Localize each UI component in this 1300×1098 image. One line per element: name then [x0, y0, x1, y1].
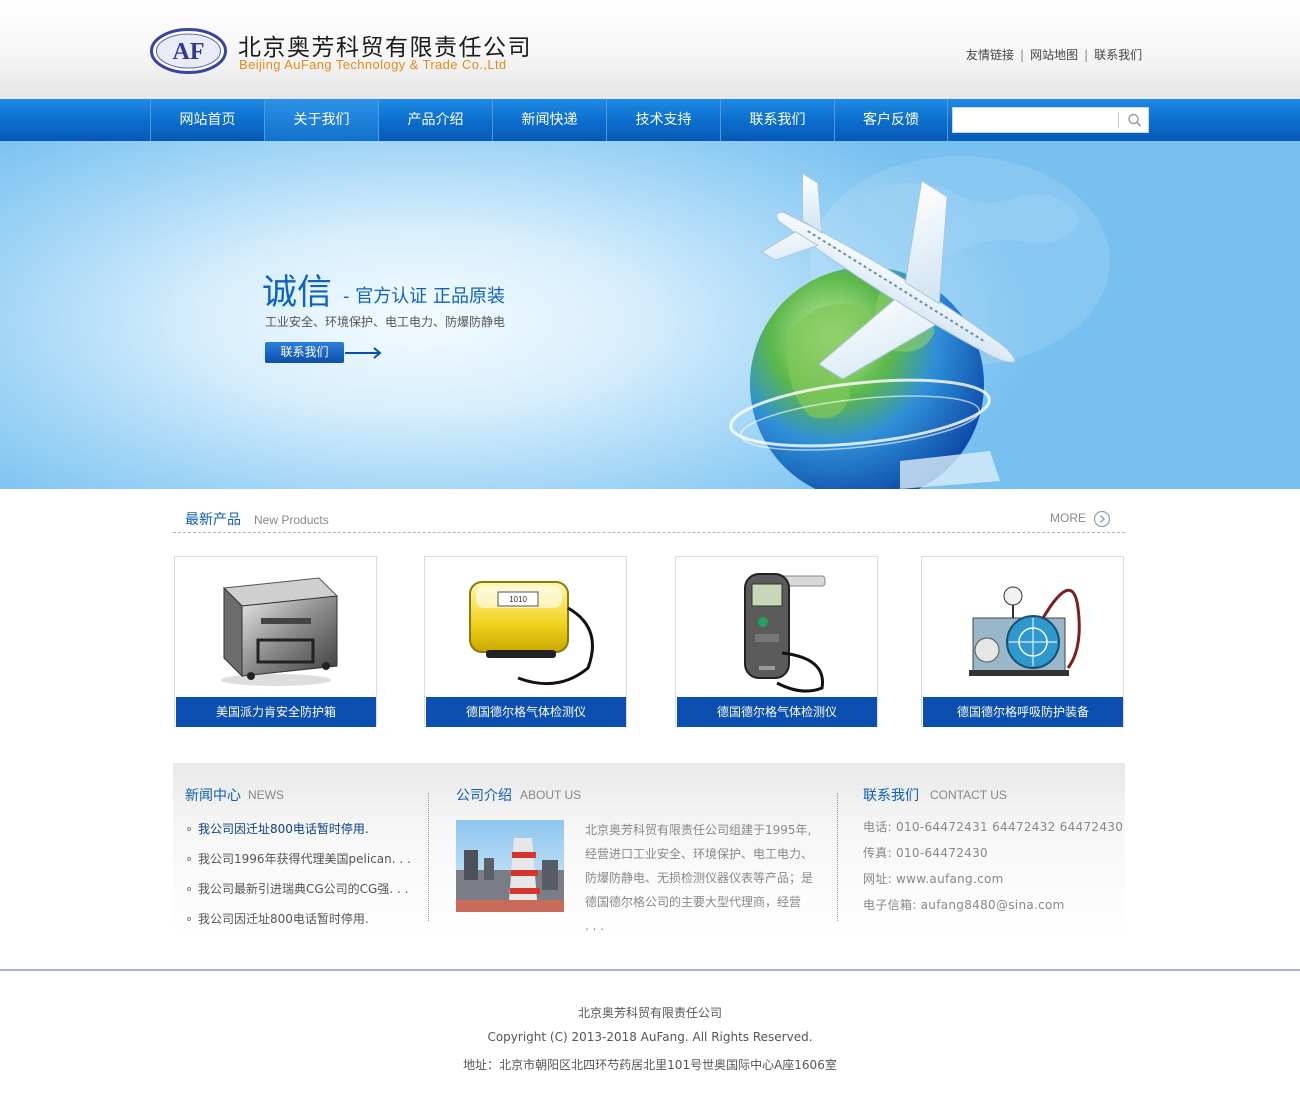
- product-name: 德国德尔格呼吸防护装备: [923, 697, 1123, 727]
- products-more-link[interactable]: MORE: [1050, 511, 1086, 525]
- news-heading: 新闻中心: [185, 788, 241, 804]
- contact-fax: 传真: 010-64472430: [863, 846, 988, 860]
- about-line: 经营进口工业安全、环境保护、电工电力、: [585, 847, 814, 861]
- column-divider: [837, 793, 838, 921]
- product-card[interactable]: 德国德尔格气体检测仪: [675, 556, 878, 727]
- top-link-contact[interactable]: 联系我们: [1094, 48, 1142, 62]
- protective-case-image: [221, 577, 339, 686]
- bullet-icon: [187, 886, 191, 891]
- separator: |: [1020, 48, 1025, 62]
- products-section-header: 最新产品 New Products MORE: [173, 505, 1125, 533]
- products-heading: 最新产品: [185, 512, 241, 528]
- banner-description: 工业安全、环境保护、电工电力、防爆防静电: [265, 315, 506, 329]
- svg-text:AF: AF: [173, 39, 205, 65]
- nav-item-about[interactable]: 关于我们: [264, 99, 378, 141]
- banner-contact-button[interactable]: 联系我们: [265, 342, 344, 363]
- about-heading-en: ABOUT US: [520, 788, 582, 802]
- search-input[interactable]: [953, 108, 1119, 132]
- about-text: 北京奥芳科贸有限责任公司组建于1995年, 经营进口工业安全、环境保护、电工电力…: [585, 818, 821, 938]
- site-header: AF 北京奥芳科贸有限责任公司 Beijing AuFang Technolog…: [0, 0, 1300, 99]
- about-line: 德国德尔格公司的主要大型代理商，经营: [585, 895, 802, 909]
- footer-address: 地址：北京市朝阳区北四环芍药居北里101号世奥国际中心A座1606室: [463, 1058, 837, 1072]
- info-section: 新闻中心 NEWS 我公司因迁址800电话暂时停用. 我公司1996年获得代理美…: [173, 763, 1125, 938]
- top-link-friend-links[interactable]: 友情链接: [966, 48, 1014, 62]
- product-card[interactable]: 1010 德国德尔格气体检测仪: [424, 556, 627, 727]
- footer-divider: [0, 969, 1300, 971]
- search-box: [952, 107, 1149, 133]
- contact-heading-en: CONTACT US: [930, 788, 1007, 802]
- banner-title: 诚信: [262, 273, 333, 313]
- gas-detector-image: [744, 573, 826, 693]
- contact-phone: 电话: 010-64472431 64472432 64472430: [863, 820, 1124, 834]
- circle-arrow-right-icon[interactable]: [1093, 510, 1111, 528]
- nav-item-products[interactable]: 产品介绍: [378, 99, 492, 141]
- column-divider: [428, 793, 429, 921]
- about-line: 北京奥芳科贸有限责任公司组建于1995年,: [585, 823, 812, 837]
- nav-item-feedback[interactable]: 客户反馈: [834, 99, 948, 141]
- product-name: 德国德尔格气体检测仪: [677, 697, 877, 727]
- contact-website[interactable]: 网址: www.aufang.com: [863, 870, 1004, 887]
- news-item[interactable]: 我公司最新引进瑞典CG公司的CG强. . .: [187, 880, 408, 897]
- breathing-compressor-image: [969, 586, 1081, 676]
- product-card[interactable]: 德国德尔格呼吸防护装备: [921, 556, 1124, 727]
- bullet-icon: [187, 826, 191, 831]
- nav-item-home[interactable]: 网站首页: [150, 99, 264, 141]
- about-line: 防爆防静电、无损检测仪器仪表等产品；是: [585, 871, 814, 885]
- about-heading: 公司介绍: [456, 788, 512, 804]
- search-icon[interactable]: [1120, 108, 1149, 132]
- company-name-en: Beijing AuFang Technology & Trade Co.,Lt…: [239, 57, 507, 72]
- hero-banner: 诚信 - 官方认证 正品原装 工业安全、环境保护、电工电力、防爆防静电 联系我们: [0, 141, 1300, 489]
- yellow-case-image: 1010: [469, 581, 594, 686]
- products-heading-en: New Products: [254, 513, 329, 527]
- bullet-icon: [187, 856, 191, 861]
- news-item[interactable]: 我公司因迁址800电话暂时停用.: [187, 820, 369, 837]
- industrial-plant-image: [456, 820, 564, 912]
- bullet-icon: [187, 916, 191, 921]
- top-link-sitemap[interactable]: 网站地图: [1030, 48, 1078, 62]
- news-heading-en: NEWS: [248, 788, 284, 802]
- globe-airplane-illustration: [729, 156, 1110, 489]
- company-logo[interactable]: AF: [150, 28, 227, 74]
- arrow-right-icon: [345, 347, 382, 359]
- nav-items: 网站首页 关于我们 产品介绍 新闻快递 技术支持 联系我们 客户反馈: [150, 99, 948, 141]
- banner-subtitle: - 官方认证 正品原装: [343, 286, 505, 307]
- nav-item-news[interactable]: 新闻快递: [492, 99, 606, 141]
- product-card[interactable]: 美国派力肯安全防护箱: [174, 556, 377, 727]
- search-divider: [1118, 112, 1119, 128]
- footer-copyright: Copyright (C) 2013-2018 AuFang. All Righ…: [487, 1030, 813, 1044]
- nav-item-support[interactable]: 技术支持: [606, 99, 720, 141]
- nav-item-contact[interactable]: 联系我们: [720, 99, 834, 141]
- separator: |: [1084, 48, 1089, 62]
- footer-company: 北京奥芳科贸有限责任公司: [577, 1006, 722, 1020]
- contact-email[interactable]: 电子信箱: aufang8480@sina.com: [863, 896, 1065, 913]
- news-item[interactable]: 我公司因迁址800电话暂时停用.: [187, 910, 369, 927]
- contact-heading: 联系我们: [863, 788, 919, 804]
- about-line[interactable]: . . .: [585, 914, 821, 938]
- news-item[interactable]: 我公司1996年获得代理美国pelican. . .: [187, 850, 411, 867]
- product-name: 德国德尔格气体检测仪: [426, 697, 626, 727]
- product-name: 美国派力肯安全防护箱: [176, 697, 376, 727]
- main-nav: 网站首页 关于我们 产品介绍 新闻快递 技术支持 联系我们 客户反馈: [0, 99, 1300, 141]
- svg-text:1010: 1010: [509, 595, 527, 604]
- top-links: 友情链接 | 网站地图 | 联系我们: [966, 46, 1142, 63]
